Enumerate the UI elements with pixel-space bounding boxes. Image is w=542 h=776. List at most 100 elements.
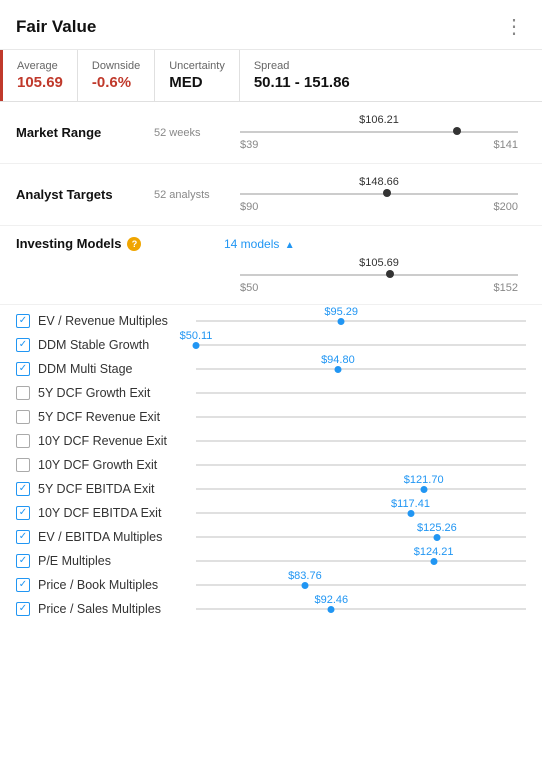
market-range-section: Market Range 52 weeks $106.21 $39 $141 [0, 102, 542, 164]
model-bar-area [196, 440, 526, 442]
metric-uncertainty-label: Uncertainty [169, 60, 225, 72]
model-dot [193, 342, 200, 349]
analyst-targets-section: Analyst Targets 52 analysts $148.66 $90 … [0, 164, 542, 226]
model-checkbox[interactable] [16, 386, 30, 400]
model-value-label: $117.41 [391, 498, 430, 510]
model-value-label: $124.21 [414, 546, 454, 558]
model-checkbox[interactable] [16, 434, 30, 448]
metric-downside-label: Downside [92, 60, 140, 72]
model-list-item: 10Y DCF Revenue Exit [0, 429, 542, 453]
page-title: Fair Value [16, 17, 96, 37]
metric-uncertainty-value: MED [169, 74, 225, 91]
model-dot [338, 318, 345, 325]
model-list-item: DDM Multi Stage $94.80 [0, 357, 542, 381]
metric-spread-value: 50.11 - 151.86 [254, 74, 350, 91]
model-name: Price / Sales Multiples [38, 602, 188, 616]
model-bar-area: $124.21 [196, 560, 526, 562]
model-name: 10Y DCF EBITDA Exit [38, 506, 188, 520]
investing-models-current: $105.69 [359, 257, 399, 269]
model-name: Price / Book Multiples [38, 578, 188, 592]
model-list-item: 5Y DCF Growth Exit [0, 381, 542, 405]
analyst-targets-track [240, 191, 518, 197]
analyst-targets-current: $148.66 [359, 176, 399, 188]
model-bar-area [196, 392, 526, 394]
model-checkbox[interactable] [16, 362, 30, 376]
investing-models-range: $105.69 $50 $152 [0, 257, 542, 305]
model-checkbox[interactable] [16, 506, 30, 520]
analyst-targets-chart: $148.66 $90 $200 [232, 176, 526, 213]
model-checkbox[interactable] [16, 554, 30, 568]
more-options-icon[interactable]: ⋮ [504, 14, 526, 39]
model-dot [430, 558, 437, 565]
model-list: EV / Revenue Multiples$95.29DDM Stable G… [0, 305, 542, 625]
market-range-min: $39 [240, 139, 258, 151]
model-checkbox[interactable] [16, 602, 30, 616]
model-name: 5Y DCF Revenue Exit [38, 410, 188, 424]
market-range-track [240, 129, 518, 135]
market-range-sublabel: 52 weeks [154, 127, 224, 139]
analyst-targets-label: Analyst Targets [16, 187, 146, 202]
model-name: 5Y DCF EBITDA Exit [38, 482, 188, 496]
model-checkbox[interactable] [16, 530, 30, 544]
model-dot [433, 534, 440, 541]
analyst-targets-max: $200 [494, 201, 518, 213]
model-list-item: Price / Sales Multiples $92.46 [0, 597, 542, 621]
model-checkbox[interactable] [16, 458, 30, 472]
model-bar-area: $94.80 [196, 368, 526, 370]
model-value-label: $83.76 [288, 570, 322, 582]
investing-models-max: $152 [494, 282, 518, 294]
model-list-item: EV / Revenue Multiples$95.29 [0, 309, 542, 333]
model-bar-area: $95.29 [196, 320, 526, 322]
model-value-label: $50.11 [180, 330, 213, 342]
model-value-label: $121.70 [404, 474, 444, 486]
info-icon: ? [127, 237, 141, 251]
model-checkbox[interactable] [16, 338, 30, 352]
model-checkbox[interactable] [16, 482, 30, 496]
model-bar-area: $121.70 [196, 488, 526, 490]
metric-average: Average 105.69 [0, 50, 78, 101]
metric-spread-label: Spread [254, 60, 350, 72]
market-range-current: $106.21 [359, 114, 399, 126]
model-value-label: $95.29 [324, 306, 358, 318]
model-checkbox[interactable] [16, 410, 30, 424]
model-dot [328, 606, 335, 613]
metrics-bar: Average 105.69 Downside -0.6% Uncertaint… [0, 50, 542, 102]
market-range-chart: $106.21 $39 $141 [232, 114, 526, 151]
model-bar-area: $50.11 [196, 344, 526, 346]
model-bar-area [196, 464, 526, 466]
market-range-label: Market Range [16, 125, 146, 140]
metric-downside: Downside -0.6% [78, 50, 155, 101]
model-bar-area: $92.46 [196, 608, 526, 610]
model-checkbox[interactable] [16, 578, 30, 592]
model-list-item: 5Y DCF Revenue Exit [0, 405, 542, 429]
model-name: 10Y DCF Growth Exit [38, 458, 188, 472]
model-dot [301, 582, 308, 589]
model-list-item: 10Y DCF Growth Exit [0, 453, 542, 477]
model-name: 5Y DCF Growth Exit [38, 386, 188, 400]
model-dot [420, 486, 427, 493]
model-bar-area: $125.26 [196, 536, 526, 538]
models-count-label[interactable]: 14 models ▲ [224, 237, 295, 251]
model-name: 10Y DCF Revenue Exit [38, 434, 188, 448]
model-list-item: DDM Stable Growth$50.11 [0, 333, 542, 357]
metric-average-label: Average [17, 60, 63, 72]
model-name: EV / EBITDA Multiples [38, 530, 188, 544]
model-dot [407, 510, 414, 517]
investing-models-header: Investing Models ? 14 models ▲ [0, 226, 542, 257]
model-list-item: 10Y DCF EBITDA Exit $117.41 [0, 501, 542, 525]
model-bar-area [196, 416, 526, 418]
metric-spread: Spread 50.11 - 151.86 [240, 50, 364, 101]
market-range-max: $141 [494, 139, 518, 151]
investing-models-chart: $105.69 $50 $152 [232, 257, 526, 294]
model-dot [334, 366, 341, 373]
model-list-item: Price / Book Multiples $83.76 [0, 573, 542, 597]
model-list-item: EV / EBITDA Multiples $125.26 [0, 525, 542, 549]
model-bar-area: $117.41 [196, 512, 526, 514]
model-bar-area: $83.76 [196, 584, 526, 586]
investing-models-min: $50 [240, 282, 258, 294]
analyst-targets-sublabel: 52 analysts [154, 189, 224, 201]
investing-models-track [240, 272, 518, 278]
model-name: DDM Multi Stage [38, 362, 188, 376]
metric-downside-value: -0.6% [92, 74, 140, 91]
model-checkbox[interactable] [16, 314, 30, 328]
